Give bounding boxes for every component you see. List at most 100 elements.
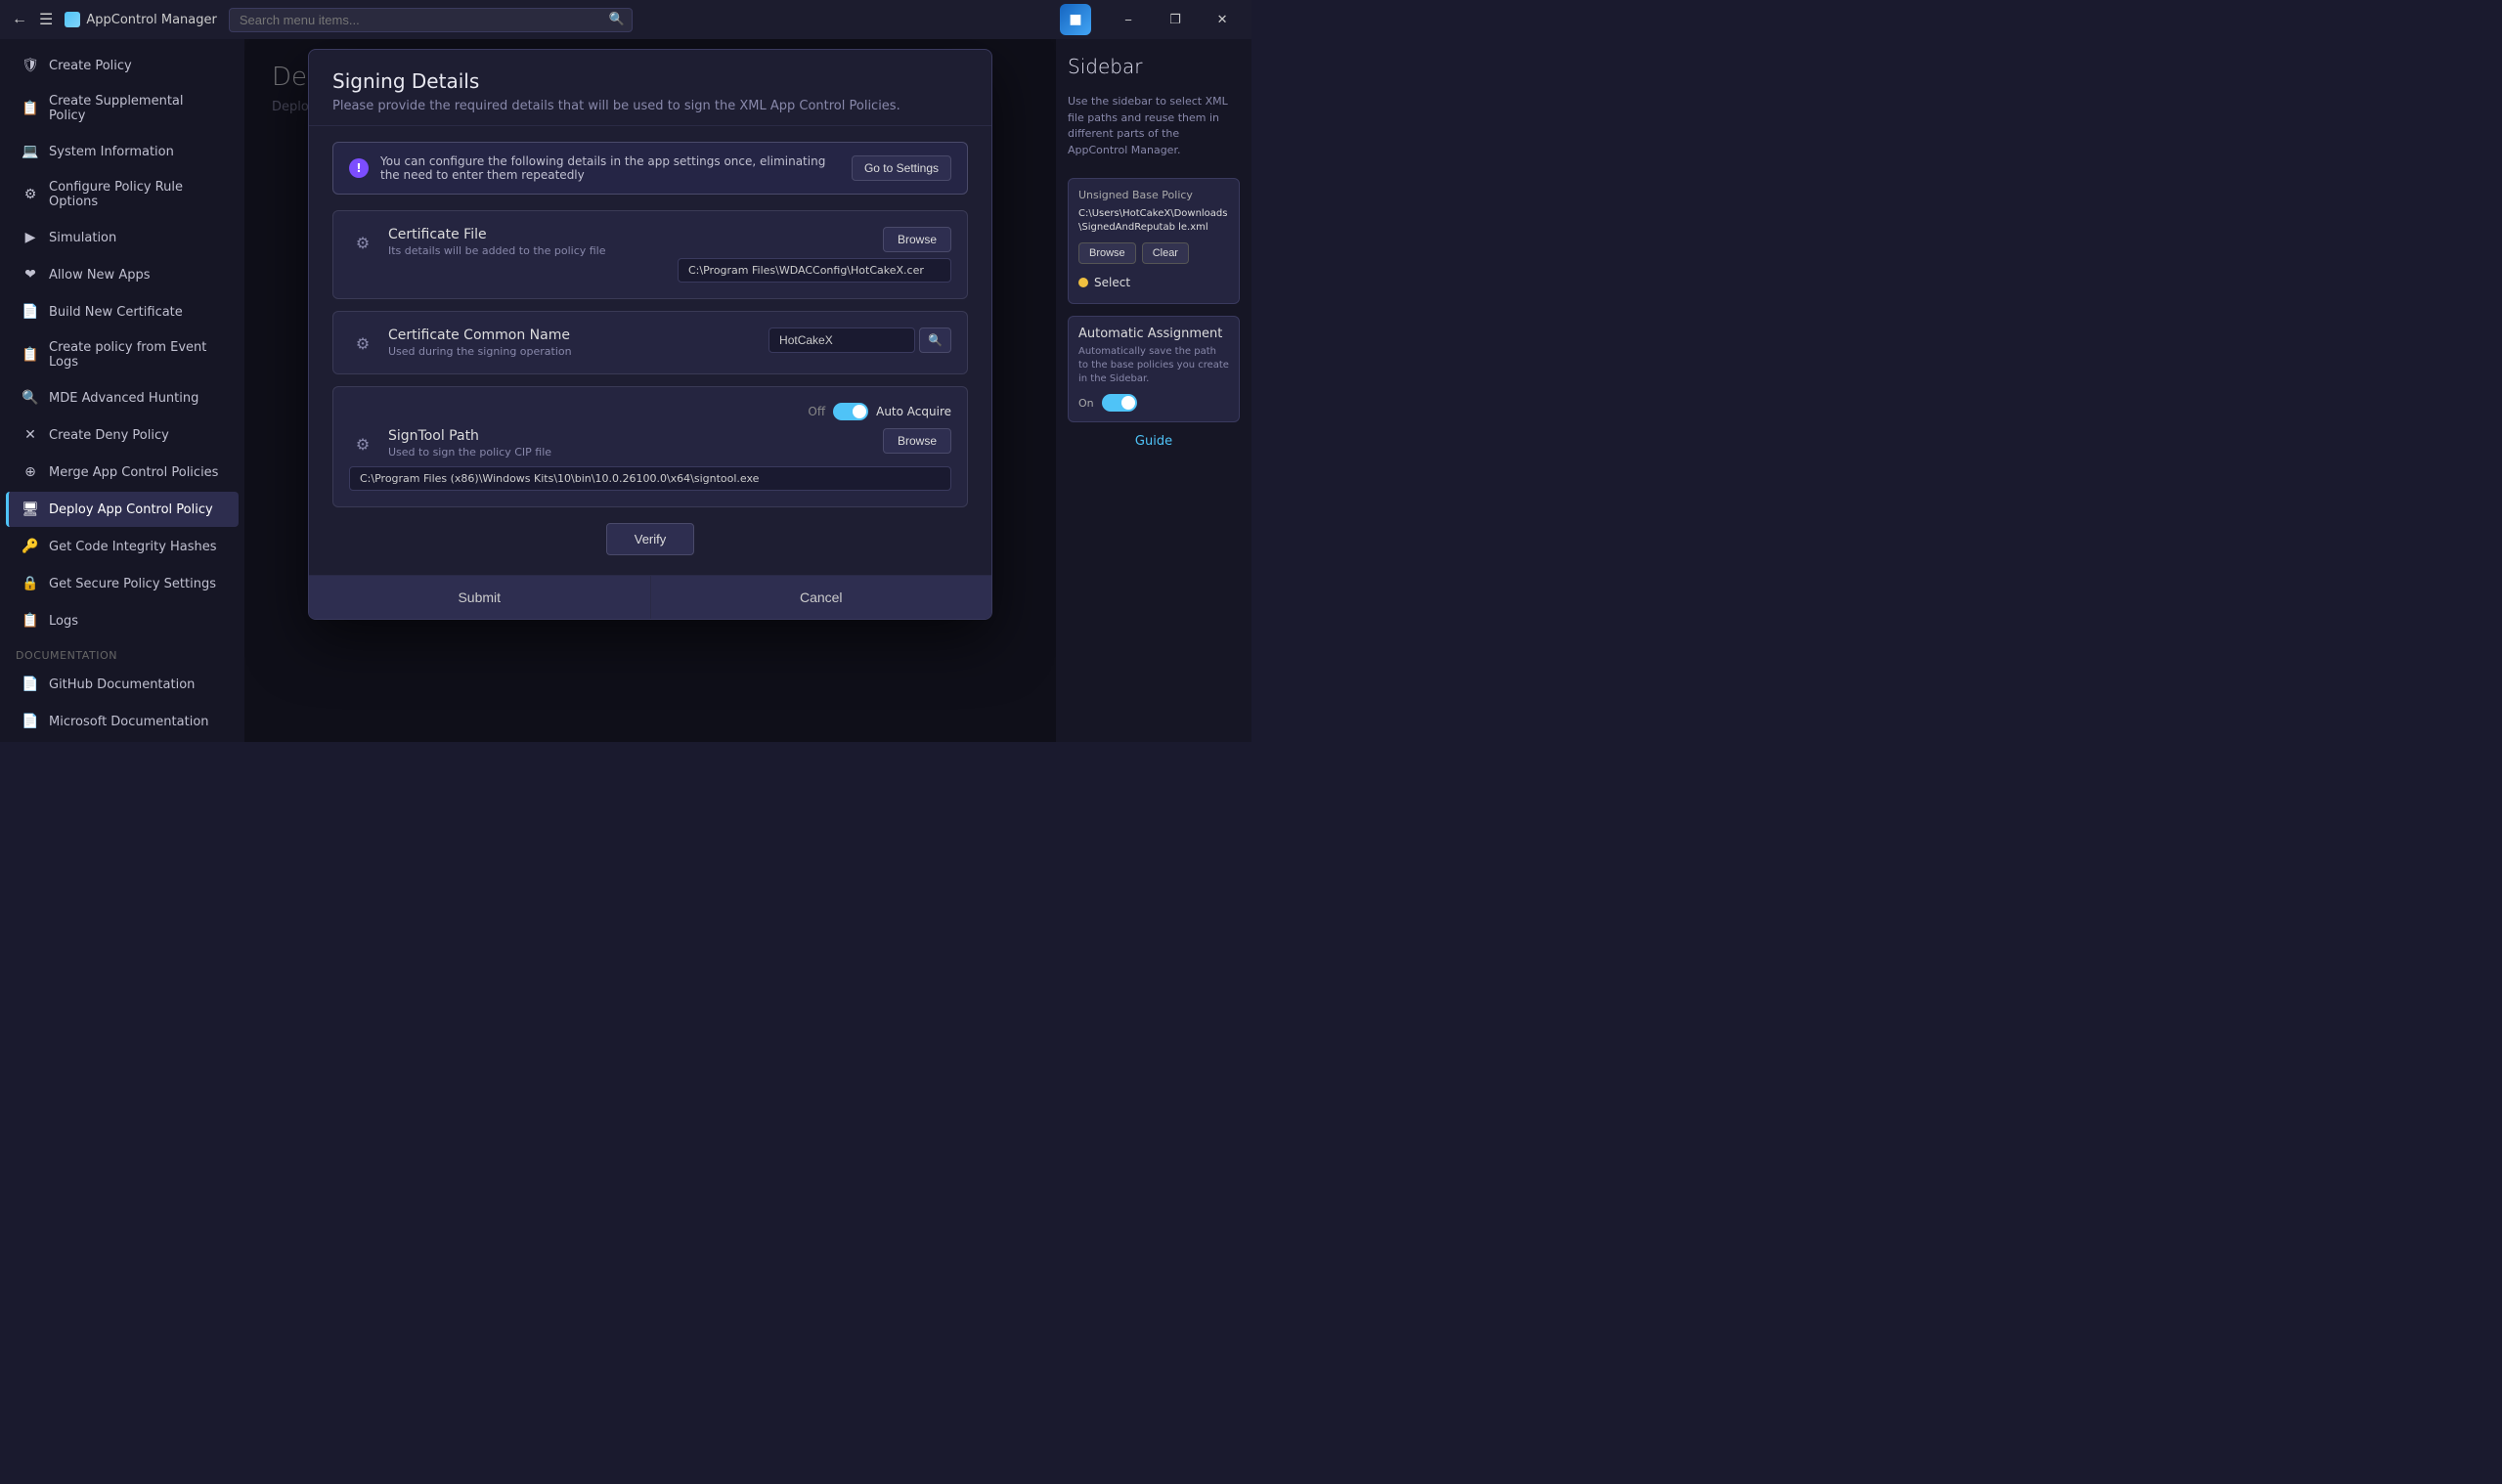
sidebar-item-deploy[interactable]: 🖥 Deploy App Control Policy	[6, 492, 239, 527]
sidebar-item-label: Simulation	[49, 231, 116, 245]
sidebar-item-configure-policy[interactable]: ⚙ Configure Policy Rule Options	[6, 171, 239, 218]
signtool-path-display: C:\Program Files (x86)\Windows Kits\10\b…	[349, 466, 951, 491]
sidebar-item-code-integrity[interactable]: 🔑 Get Code Integrity Hashes	[6, 529, 239, 564]
cert-name-input-row: 🔍	[768, 327, 951, 353]
sidebar-item-update[interactable]: ❤ Update	[6, 741, 239, 742]
guide-link[interactable]: Guide	[1068, 434, 1240, 449]
sidebar-item-system-info[interactable]: 💻 System Information	[6, 134, 239, 169]
cert-browse-button[interactable]: Browse	[883, 227, 951, 252]
documentation-section-label: Documentation	[0, 639, 244, 666]
cert-file-path: C:\Program Files\WDACConfig\HotCakeX.cer	[678, 258, 951, 283]
sidebar-item-build-cert[interactable]: 📄 Build New Certificate	[6, 294, 239, 329]
sidebar-item-label: Deploy App Control Policy	[49, 502, 213, 517]
cert-name-section: ⚙ Certificate Common Name Used during th…	[332, 311, 968, 374]
menu-button[interactable]: ☰	[39, 10, 53, 29]
policy-path: C:\Users\HotCakeX\Downloads\SignedAndRep…	[1078, 207, 1229, 235]
restore-button[interactable]: ❐	[1158, 5, 1193, 34]
deploy-icon: 🖥	[22, 501, 39, 518]
signtool-row: ⚙ SignTool Path Used to sign the policy …	[349, 428, 951, 458]
policy-select-label: Select	[1094, 276, 1130, 289]
modal-title: Signing Details	[332, 69, 968, 93]
right-panel: Sidebar Use the sidebar to select XML fi…	[1056, 39, 1251, 742]
verify-button[interactable]: Verify	[606, 523, 695, 555]
sidebar-item-deny-policy[interactable]: ✕ Create Deny Policy	[6, 417, 239, 453]
sidebar-item-label: Create Supplemental Policy	[49, 94, 223, 123]
heart-icon: ❤	[22, 266, 39, 284]
sidebar-item-label: Microsoft Documentation	[49, 715, 209, 729]
mde-icon: 🔍	[22, 389, 39, 407]
sidebar-item-logs[interactable]: 📋 Logs	[6, 603, 239, 638]
doc-icon: 📋	[22, 100, 39, 117]
deny-icon: ✕	[22, 426, 39, 444]
modal-body: ! You can configure the following detail…	[309, 126, 991, 575]
auto-assign-desc: Automatically save the path to the base …	[1078, 345, 1229, 386]
auto-acquire-row: Off Auto Acquire	[349, 403, 951, 420]
auto-assign-toggle-row: On	[1078, 394, 1229, 412]
sidebar-item-ms-docs[interactable]: 📄 Microsoft Documentation	[6, 704, 239, 739]
computer-icon: 💻	[22, 143, 39, 160]
policy-buttons: Browse Clear	[1078, 242, 1229, 264]
sidebar-item-mde[interactable]: 🔍 MDE Advanced Hunting	[6, 380, 239, 415]
sidebar-item-label: GitHub Documentation	[49, 677, 195, 692]
policy-select-button[interactable]: Select	[1078, 272, 1229, 293]
sidebar-item-label: Create Policy	[49, 59, 132, 73]
sidebar-item-label: Create Deny Policy	[49, 428, 169, 443]
key-icon: 🔑	[22, 538, 39, 555]
submit-button[interactable]: Submit	[309, 576, 651, 619]
cert-icon: 📄	[22, 303, 39, 321]
merge-icon: ⊕	[22, 463, 39, 481]
policy-browse-button[interactable]: Browse	[1078, 242, 1136, 264]
sidebar-item-label: Get Secure Policy Settings	[49, 577, 216, 591]
cert-file-labels: Certificate File Its details will be add…	[388, 227, 666, 257]
auto-acquire-toggle[interactable]	[833, 403, 868, 420]
cancel-button[interactable]: Cancel	[651, 576, 992, 619]
sidebar-item-event-logs[interactable]: 📋 Create policy from Event Logs	[6, 331, 239, 378]
cert-name-row: ⚙ Certificate Common Name Used during th…	[349, 327, 951, 358]
cert-file-gear-icon: ⚙	[349, 229, 376, 256]
app-cube-icon: ■	[1060, 4, 1091, 35]
cert-name-controls: 🔍	[768, 327, 951, 353]
signtool-controls: Browse	[883, 428, 951, 454]
gear-icon: ⚙	[22, 186, 39, 203]
close-button[interactable]: ✕	[1205, 5, 1240, 34]
sidebar-item-label: System Information	[49, 145, 174, 159]
ms-icon: 📄	[22, 713, 39, 730]
search-container: 🔍	[229, 8, 633, 32]
sidebar-item-label: Build New Certificate	[49, 305, 183, 320]
info-icon: !	[349, 158, 369, 178]
signtool-browse-button[interactable]: Browse	[883, 428, 951, 454]
back-button[interactable]: ←	[12, 11, 27, 28]
cert-file-controls: Browse C:\Program Files\WDACConfig\HotCa…	[678, 227, 951, 283]
content-area: Deploy App Control Policy Deploy any typ…	[244, 39, 1056, 742]
play-icon: ▶	[22, 229, 39, 246]
sidebar-item-github-docs[interactable]: 📄 GitHub Documentation	[6, 667, 239, 702]
sidebar-item-simulation[interactable]: ▶ Simulation	[6, 220, 239, 255]
logs-icon: 📋	[22, 612, 39, 630]
auto-assign-toggle[interactable]	[1102, 394, 1137, 412]
sidebar-item-create-supplemental[interactable]: 📋 Create Supplemental Policy	[6, 85, 239, 132]
policy-clear-button[interactable]: Clear	[1142, 242, 1189, 264]
search-icon: 🔍	[609, 13, 625, 27]
cert-common-name-label: Certificate Common Name	[388, 327, 757, 343]
search-cert-button[interactable]: 🔍	[919, 327, 951, 353]
sidebar-item-create-policy[interactable]: 🛡 Create Policy	[6, 48, 239, 83]
app-name-label: AppControl Manager	[86, 13, 217, 27]
modal-overlay: Signing Details Please provide the requi…	[244, 39, 1056, 742]
sidebar-item-merge[interactable]: ⊕ Merge App Control Policies	[6, 455, 239, 490]
sidebar-item-allow-new-apps[interactable]: ❤ Allow New Apps	[6, 257, 239, 292]
cert-file-label: Certificate File	[388, 227, 666, 242]
sidebar-item-label: Create policy from Event Logs	[49, 340, 223, 370]
modal-header: Signing Details Please provide the requi…	[309, 50, 991, 126]
go-to-settings-button[interactable]: Go to Settings	[852, 155, 951, 181]
sidebar-item-secure-settings[interactable]: 🔒 Get Secure Policy Settings	[6, 566, 239, 601]
signtool-section: Off Auto Acquire ⚙ SignTool Path Used to…	[332, 386, 968, 507]
signtool-gear-icon: ⚙	[349, 430, 376, 458]
titlebar: ← ☰ AppControl Manager 🔍 ■ − ❐ ✕	[0, 0, 1251, 39]
cert-common-name-desc: Used during the signing operation	[388, 345, 757, 358]
main-layout: 🛡 Create Policy 📋 Create Supplemental Po…	[0, 39, 1251, 742]
search-input[interactable]	[229, 8, 633, 32]
cert-common-name-input[interactable]	[768, 327, 915, 353]
sidebar-item-label: Logs	[49, 614, 78, 629]
minimize-button[interactable]: −	[1111, 5, 1146, 34]
sidebar-item-label: Merge App Control Policies	[49, 465, 218, 480]
